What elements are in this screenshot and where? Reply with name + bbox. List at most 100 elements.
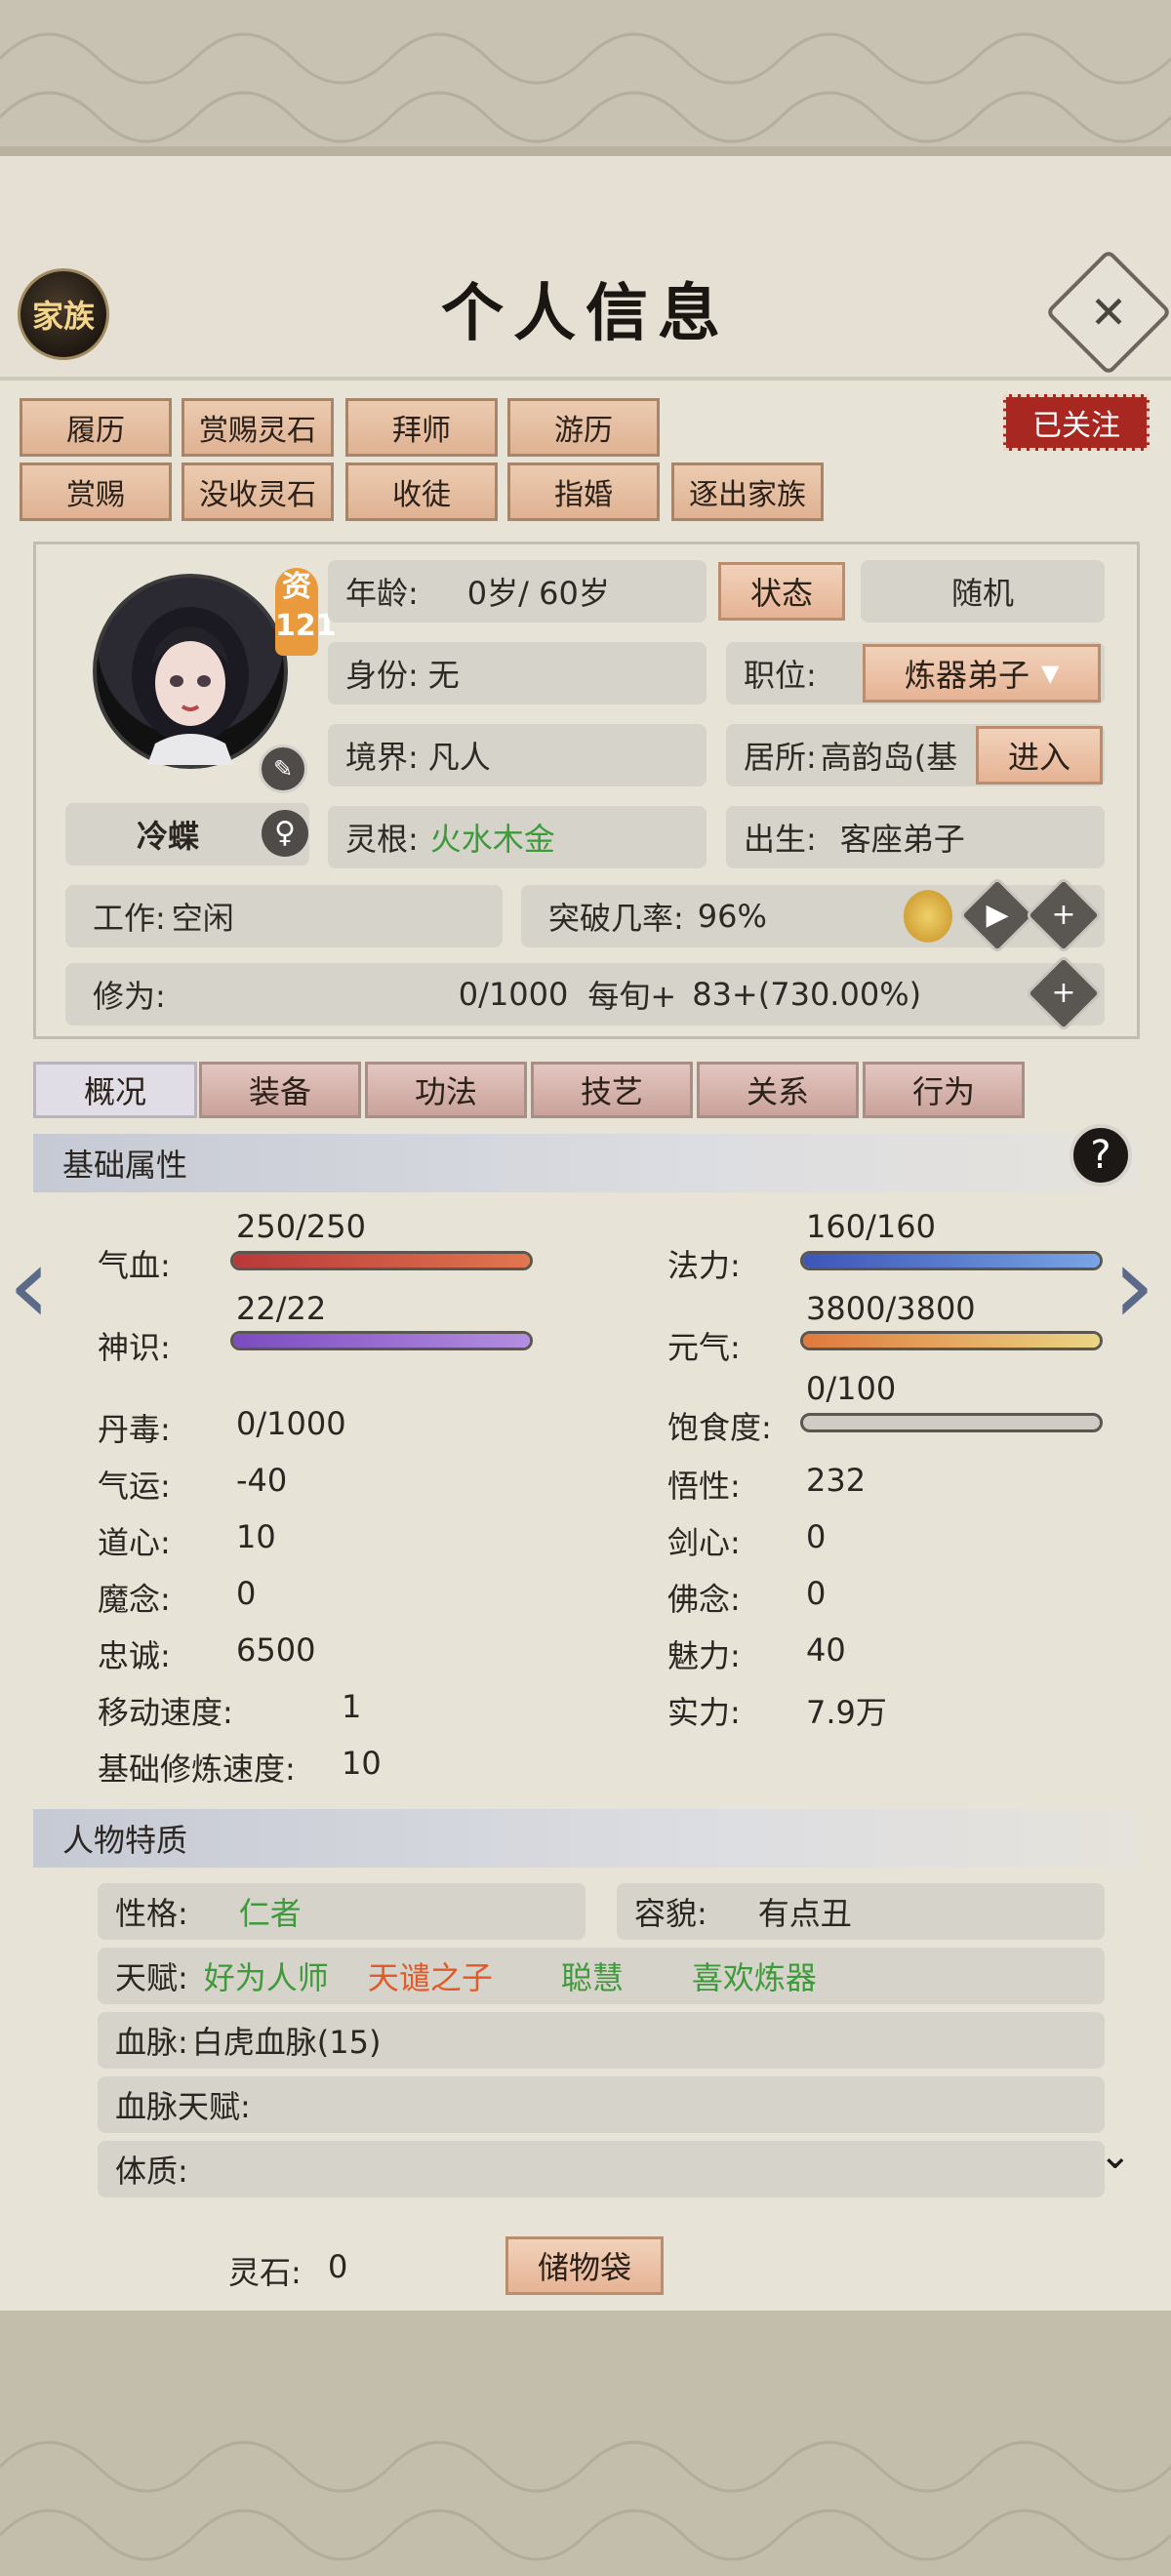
looks-value: 有点丑 — [757, 1895, 852, 1932]
bloodline-talent-label: 血脉天赋: — [115, 2088, 251, 2125]
age-value: 0岁/ 60岁 — [466, 575, 610, 612]
history-button[interactable]: 履历 — [20, 398, 172, 457]
vital-energy-bar-fill — [803, 1334, 1100, 1348]
loyalty-value: 6500 — [236, 1631, 316, 1669]
pill-toxicity-label: 丹毒: — [98, 1411, 171, 1448]
position-label: 职位: — [744, 657, 817, 694]
sword-heart-label: 剑心: — [667, 1524, 741, 1561]
root-value: 火水木金 — [429, 821, 555, 858]
aptitude-badge: 资 121 — [275, 568, 337, 656]
tab-techniques[interactable]: 功法 — [365, 1062, 527, 1118]
talent-label: 天赋: — [115, 1959, 188, 1996]
chevron-down-icon: ▼ — [1041, 660, 1060, 687]
tab-overview[interactable]: 概况 — [33, 1062, 197, 1118]
tab-equipment[interactable]: 装备 — [199, 1062, 361, 1118]
pill-toxicity-value: 0/1000 — [236, 1405, 346, 1442]
realm-label: 境界: — [345, 739, 419, 776]
plus-icon: + — [1051, 898, 1076, 932]
bloodline-talent-field: 血脉天赋: — [98, 2076, 1105, 2133]
close-icon: ✕ — [1089, 286, 1128, 339]
expel-button[interactable]: 逐出家族 — [671, 463, 824, 521]
position-select[interactable]: 炼器弟子 ▼ — [863, 644, 1101, 703]
mana-bar — [800, 1251, 1103, 1270]
move-speed-value: 1 — [342, 1688, 362, 1725]
take-disciple-button[interactable]: 收徒 — [345, 463, 498, 521]
talent-item[interactable]: 喜欢炼器 — [692, 1953, 817, 1998]
prev-arrow-icon[interactable]: ‹ — [8, 1231, 51, 1339]
female-icon: ♀ — [262, 810, 308, 857]
realm-field: 境界: 凡人 — [328, 724, 707, 786]
work-label: 工作: — [93, 900, 166, 937]
mana-label: 法力: — [667, 1247, 741, 1284]
aptitude-label: 资 — [282, 570, 311, 604]
spirit-sense-bar-fill — [233, 1334, 530, 1348]
talent-item[interactable]: 聪慧 — [561, 1953, 624, 1998]
mana-value: 160/160 — [806, 1208, 936, 1245]
tab-behavior[interactable]: 行为 — [863, 1062, 1025, 1118]
spirit-sense-label: 神识: — [98, 1329, 171, 1366]
dao-heart-label: 道心: — [98, 1524, 171, 1561]
apprentice-to-button[interactable]: 拜师 — [345, 398, 498, 457]
move-speed-label: 移动速度: — [98, 1694, 233, 1731]
help-icon[interactable]: ? — [1070, 1124, 1132, 1187]
hp-value: 250/250 — [236, 1208, 366, 1245]
spirit-root-field: 灵根: 火水木金 — [328, 806, 707, 868]
storage-bag-button[interactable]: 储物袋 — [505, 2236, 664, 2295]
spirit-sense-value: 22/22 — [236, 1290, 327, 1327]
comprehension-label: 悟性: — [667, 1468, 741, 1505]
talent-item[interactable]: 天谴之子 — [368, 1953, 493, 1998]
strength-label: 实力: — [667, 1694, 741, 1731]
tab-skills[interactable]: 技艺 — [531, 1062, 693, 1118]
birth-value: 客座弟子 — [839, 821, 965, 858]
vital-energy-value: 3800/3800 — [806, 1290, 976, 1327]
hp-bar-fill — [233, 1254, 530, 1268]
position-value: 炼器弟子 — [905, 657, 1030, 694]
edit-pen-icon[interactable]: ✎ — [259, 745, 307, 793]
bloodline-field: 血脉: 白虎血脉(15) — [98, 2012, 1105, 2069]
looks-label: 容貌: — [634, 1895, 707, 1932]
sword-heart-value: 0 — [806, 1518, 827, 1555]
tab-relations[interactable]: 关系 — [697, 1062, 859, 1118]
expand-chevron-icon[interactable]: ⌄ — [1099, 2133, 1132, 2178]
personality-value: 仁者 — [238, 1895, 302, 1932]
buddha-thought-value: 0 — [806, 1575, 827, 1612]
enter-button[interactable]: 进入 — [976, 726, 1103, 785]
talent-field: 天赋: 好为人师 天谴之子 聪慧 喜欢炼器 — [98, 1948, 1105, 2004]
top-decoration — [0, 0, 1171, 168]
follow-status-button[interactable]: 已关注 — [1003, 394, 1150, 451]
confiscate-stones-button[interactable]: 没收灵石 — [182, 463, 334, 521]
cultivation-label: 修为: — [93, 978, 166, 1015]
personality-label: 性格: — [115, 1895, 188, 1932]
talent-item[interactable]: 好为人师 — [204, 1953, 329, 1998]
plus-icon: + — [1051, 976, 1076, 1010]
charm-value: 40 — [806, 1631, 846, 1669]
bloodline-label: 血脉: — [115, 2024, 188, 2061]
age-label: 年龄: — [345, 575, 419, 612]
satiety-label: 饱食度: — [667, 1409, 772, 1446]
avatar[interactable] — [93, 574, 288, 769]
realm-value: 凡人 — [427, 739, 491, 776]
reward-stones-button[interactable]: 赏赐灵石 — [182, 398, 334, 457]
work-value: 空闲 — [171, 900, 234, 937]
charm-label: 魅力: — [667, 1637, 741, 1674]
family-button[interactable]: 家族 — [18, 268, 109, 360]
breakthrough-value: 96% — [697, 898, 767, 935]
next-arrow-icon[interactable]: › — [1112, 1231, 1155, 1339]
buddha-thought-label: 佛念: — [667, 1581, 741, 1618]
vital-energy-label: 元气: — [667, 1329, 741, 1366]
personality-field: 性格: 仁者 — [98, 1883, 586, 1940]
play-icon: ▶ — [986, 898, 1009, 932]
travel-button[interactable]: 游历 — [507, 398, 660, 457]
arrange-marriage-button[interactable]: 指婚 — [507, 463, 660, 521]
status-button[interactable]: 状态 — [718, 562, 845, 621]
reward-button[interactable]: 赏赐 — [20, 463, 172, 521]
root-label: 灵根: — [345, 821, 419, 858]
satiety-bar — [800, 1413, 1103, 1432]
loyalty-label: 忠诚: — [98, 1637, 171, 1674]
meditation-icon[interactable] — [900, 886, 956, 946]
spirit-sense-bar — [230, 1331, 533, 1350]
identity-value: 无 — [427, 657, 460, 694]
base-cultivation-speed-value: 10 — [342, 1745, 382, 1782]
traits-header: 人物特质 — [33, 1809, 1138, 1868]
random-button[interactable]: 随机 — [861, 560, 1105, 623]
